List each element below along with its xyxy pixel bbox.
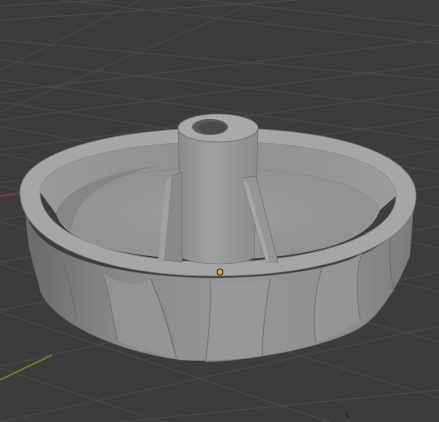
knob-post-bore-inner [198,122,226,134]
cursor-tick-icon [345,412,349,419]
viewport-canvas[interactable] [0,0,439,422]
object-origin-marker [216,268,224,276]
3d-viewport[interactable] [0,0,439,422]
knob-mesh[interactable] [19,113,417,363]
knob-center-post [177,127,259,265]
